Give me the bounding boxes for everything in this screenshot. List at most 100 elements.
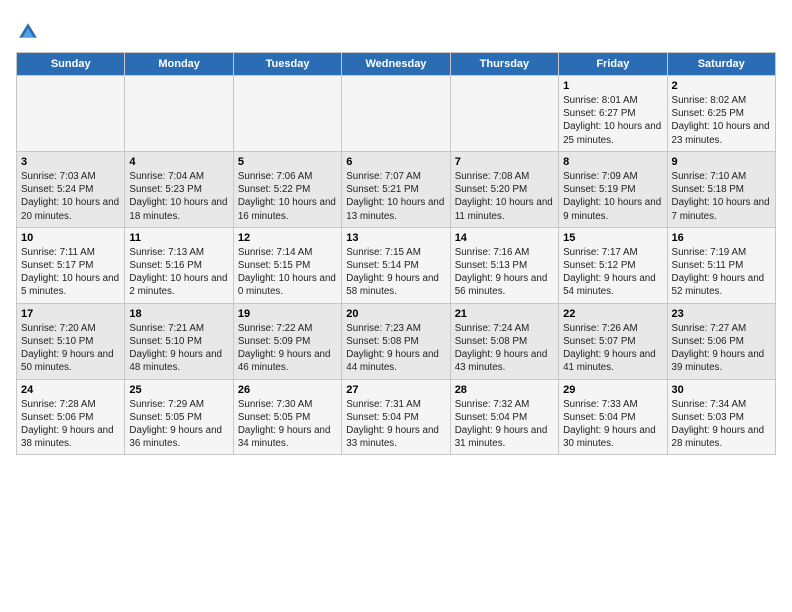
day-cell: 25 Sunrise: 7:29 AM Sunset: 5:05 PM Dayli… xyxy=(125,379,233,455)
day-number: 29 xyxy=(563,384,662,396)
day-number: 10 xyxy=(21,232,120,244)
week-row-4: 17 Sunrise: 7:20 AM Sunset: 5:10 PM Dayli… xyxy=(17,303,776,379)
logo-icon xyxy=(16,20,40,44)
day-cell: 7 Sunrise: 7:08 AM Sunset: 5:20 PM Daylig… xyxy=(450,151,558,227)
day-info: Sunrise: 7:19 AM Sunset: 5:11 PM Dayligh… xyxy=(672,246,771,299)
day-number: 3 xyxy=(21,156,120,168)
day-info: Sunrise: 7:23 AM Sunset: 5:08 PM Dayligh… xyxy=(346,322,445,375)
day-info: Sunrise: 7:30 AM Sunset: 5:05 PM Dayligh… xyxy=(238,398,337,451)
weekday-row: SundayMondayTuesdayWednesdayThursdayFrid… xyxy=(17,53,776,76)
day-cell xyxy=(125,76,233,152)
page: SundayMondayTuesdayWednesdayThursdayFrid… xyxy=(0,0,792,471)
weekday-header-tuesday: Tuesday xyxy=(233,53,341,76)
day-info: Sunrise: 7:04 AM Sunset: 5:23 PM Dayligh… xyxy=(129,170,228,223)
weekday-header-sunday: Sunday xyxy=(17,53,125,76)
day-number: 25 xyxy=(129,384,228,396)
day-cell xyxy=(17,76,125,152)
logo xyxy=(16,20,44,44)
day-cell: 12Sunrise: 7:14 AM Sunset: 5:15 PM Dayli… xyxy=(233,227,341,303)
day-cell: 20 Sunrise: 7:23 AM Sunset: 5:08 PM Dayli… xyxy=(342,303,450,379)
day-cell: 18Sunrise: 7:21 AM Sunset: 5:10 PM Dayli… xyxy=(125,303,233,379)
day-info: Sunrise: 7:16 AM Sunset: 5:13 PM Dayligh… xyxy=(455,246,554,299)
weekday-header-saturday: Saturday xyxy=(667,53,775,76)
day-number: 1 xyxy=(563,80,662,92)
day-number: 6 xyxy=(346,156,445,168)
day-info: Sunrise: 7:03 AM Sunset: 5:24 PM Dayligh… xyxy=(21,170,120,223)
day-cell: 17 Sunrise: 7:20 AM Sunset: 5:10 PM Dayli… xyxy=(17,303,125,379)
day-info: Sunrise: 7:20 AM Sunset: 5:10 PM Dayligh… xyxy=(21,322,120,375)
day-cell: 1Sunrise: 8:01 AM Sunset: 6:27 PM Daylig… xyxy=(559,76,667,152)
day-number: 16 xyxy=(672,232,771,244)
day-info: Sunrise: 7:21 AM Sunset: 5:10 PM Dayligh… xyxy=(129,322,228,375)
day-cell: 26 Sunrise: 7:30 AM Sunset: 5:05 PM Dayli… xyxy=(233,379,341,455)
day-number: 20 xyxy=(346,308,445,320)
day-cell: 28 Sunrise: 7:32 AM Sunset: 5:04 PM Dayli… xyxy=(450,379,558,455)
day-info: Sunrise: 7:32 AM Sunset: 5:04 PM Dayligh… xyxy=(455,398,554,451)
day-info: Sunrise: 7:27 AM Sunset: 5:06 PM Dayligh… xyxy=(672,322,771,375)
day-cell: 6 Sunrise: 7:07 AM Sunset: 5:21 PM Daylig… xyxy=(342,151,450,227)
day-info: Sunrise: 7:29 AM Sunset: 5:05 PM Dayligh… xyxy=(129,398,228,451)
weekday-header-friday: Friday xyxy=(559,53,667,76)
day-number: 9 xyxy=(672,156,771,168)
day-number: 2 xyxy=(672,80,771,92)
day-cell: 27Sunrise: 7:31 AM Sunset: 5:04 PM Dayli… xyxy=(342,379,450,455)
day-cell: 19Sunrise: 7:22 AM Sunset: 5:09 PM Dayli… xyxy=(233,303,341,379)
day-cell: 2 Sunrise: 8:02 AM Sunset: 6:25 PM Daylig… xyxy=(667,76,775,152)
day-info: Sunrise: 8:02 AM Sunset: 6:25 PM Dayligh… xyxy=(672,94,771,147)
week-row-2: 3 Sunrise: 7:03 AM Sunset: 5:24 PM Daylig… xyxy=(17,151,776,227)
day-number: 5 xyxy=(238,156,337,168)
day-info: Sunrise: 7:09 AM Sunset: 5:19 PM Dayligh… xyxy=(563,170,662,223)
day-cell: 10 Sunrise: 7:11 AM Sunset: 5:17 PM Dayli… xyxy=(17,227,125,303)
day-number: 21 xyxy=(455,308,554,320)
day-cell: 11 Sunrise: 7:13 AM Sunset: 5:16 PM Dayli… xyxy=(125,227,233,303)
day-cell: 21 Sunrise: 7:24 AM Sunset: 5:08 PM Dayli… xyxy=(450,303,558,379)
weekday-header-thursday: Thursday xyxy=(450,53,558,76)
day-info: Sunrise: 7:31 AM Sunset: 5:04 PM Dayligh… xyxy=(346,398,445,451)
day-info: Sunrise: 7:33 AM Sunset: 5:04 PM Dayligh… xyxy=(563,398,662,451)
day-number: 14 xyxy=(455,232,554,244)
day-info: Sunrise: 7:08 AM Sunset: 5:20 PM Dayligh… xyxy=(455,170,554,223)
day-cell: 4 Sunrise: 7:04 AM Sunset: 5:23 PM Daylig… xyxy=(125,151,233,227)
day-cell xyxy=(342,76,450,152)
day-cell xyxy=(450,76,558,152)
day-number: 17 xyxy=(21,308,120,320)
header xyxy=(16,16,776,44)
day-cell: 29 Sunrise: 7:33 AM Sunset: 5:04 PM Dayli… xyxy=(559,379,667,455)
day-info: Sunrise: 7:24 AM Sunset: 5:08 PM Dayligh… xyxy=(455,322,554,375)
day-cell: 5 Sunrise: 7:06 AM Sunset: 5:22 PM Daylig… xyxy=(233,151,341,227)
day-number: 30 xyxy=(672,384,771,396)
day-number: 11 xyxy=(129,232,228,244)
day-number: 13 xyxy=(346,232,445,244)
day-info: Sunrise: 7:14 AM Sunset: 5:15 PM Dayligh… xyxy=(238,246,337,299)
weekday-header-monday: Monday xyxy=(125,53,233,76)
day-info: Sunrise: 7:11 AM Sunset: 5:17 PM Dayligh… xyxy=(21,246,120,299)
day-info: Sunrise: 7:13 AM Sunset: 5:16 PM Dayligh… xyxy=(129,246,228,299)
day-info: Sunrise: 7:17 AM Sunset: 5:12 PM Dayligh… xyxy=(563,246,662,299)
day-number: 8 xyxy=(563,156,662,168)
day-cell: 23 Sunrise: 7:27 AM Sunset: 5:06 PM Dayli… xyxy=(667,303,775,379)
week-row-5: 24 Sunrise: 7:28 AM Sunset: 5:06 PM Dayli… xyxy=(17,379,776,455)
day-info: Sunrise: 7:06 AM Sunset: 5:22 PM Dayligh… xyxy=(238,170,337,223)
day-info: Sunrise: 7:28 AM Sunset: 5:06 PM Dayligh… xyxy=(21,398,120,451)
day-cell: 22Sunrise: 7:26 AM Sunset: 5:07 PM Dayli… xyxy=(559,303,667,379)
calendar-header: SundayMondayTuesdayWednesdayThursdayFrid… xyxy=(17,53,776,76)
day-cell: 13 Sunrise: 7:15 AM Sunset: 5:14 PM Dayli… xyxy=(342,227,450,303)
day-cell: 3 Sunrise: 7:03 AM Sunset: 5:24 PM Daylig… xyxy=(17,151,125,227)
day-info: Sunrise: 7:34 AM Sunset: 5:03 PM Dayligh… xyxy=(672,398,771,451)
day-cell xyxy=(233,76,341,152)
day-number: 19 xyxy=(238,308,337,320)
week-row-3: 10 Sunrise: 7:11 AM Sunset: 5:17 PM Dayli… xyxy=(17,227,776,303)
weekday-header-wednesday: Wednesday xyxy=(342,53,450,76)
day-info: Sunrise: 7:07 AM Sunset: 5:21 PM Dayligh… xyxy=(346,170,445,223)
day-number: 28 xyxy=(455,384,554,396)
day-number: 7 xyxy=(455,156,554,168)
day-number: 23 xyxy=(672,308,771,320)
day-info: Sunrise: 7:26 AM Sunset: 5:07 PM Dayligh… xyxy=(563,322,662,375)
calendar-body: 1Sunrise: 8:01 AM Sunset: 6:27 PM Daylig… xyxy=(17,76,776,455)
day-number: 26 xyxy=(238,384,337,396)
day-info: Sunrise: 7:15 AM Sunset: 5:14 PM Dayligh… xyxy=(346,246,445,299)
day-number: 24 xyxy=(21,384,120,396)
day-number: 4 xyxy=(129,156,228,168)
day-cell: 16 Sunrise: 7:19 AM Sunset: 5:11 PM Dayli… xyxy=(667,227,775,303)
week-row-1: 1Sunrise: 8:01 AM Sunset: 6:27 PM Daylig… xyxy=(17,76,776,152)
